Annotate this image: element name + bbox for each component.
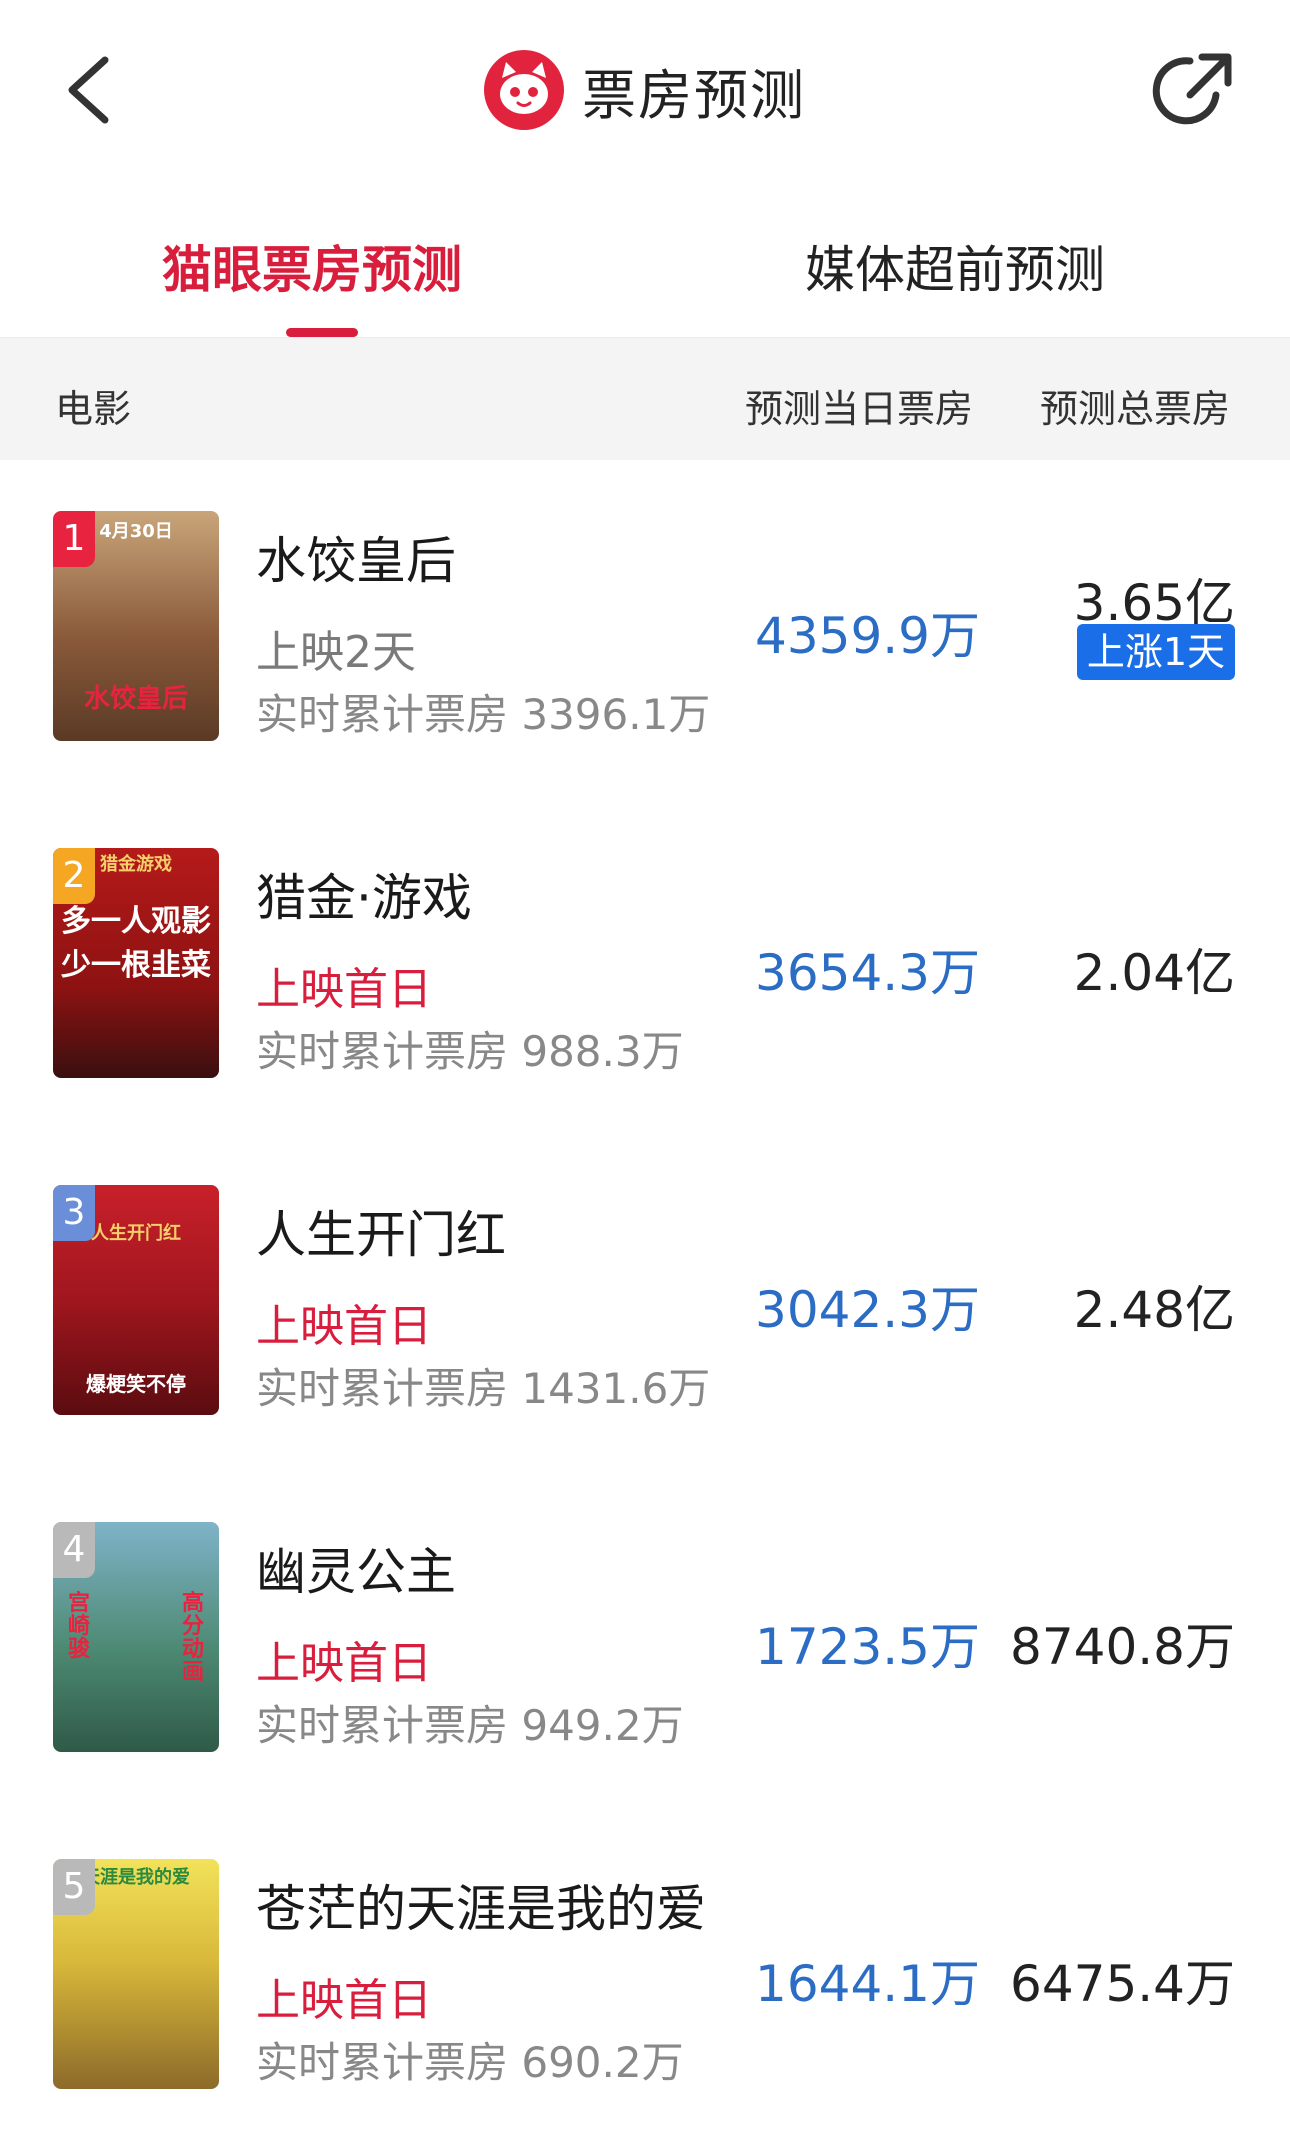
movie-title: 猎金·游戏 xyxy=(256,869,472,927)
poster-caption: 宫崎骏 xyxy=(67,1591,90,1663)
rank-badge: 4 xyxy=(53,1522,95,1578)
release-status: 上映首日 xyxy=(256,1638,432,1689)
column-header-day-forecast: 预测当日票房 xyxy=(745,387,974,431)
table-row[interactable]: 4月30日 水饺皇后 1 水饺皇后 上映2天 实时累计票房 3396.1万 43… xyxy=(0,459,1290,796)
day-forecast-value: 1723.5万 xyxy=(755,1618,980,1676)
trend-badge: 上涨1天 xyxy=(1076,624,1235,680)
total-forecast-value: 6475.4万 xyxy=(1010,1955,1235,2013)
poster-caption: 高分动画 xyxy=(181,1591,204,1686)
table-row[interactable]: 猎金游戏 多一人观影 少一根韭菜 2 猎金·游戏 上映首日 实时累计票房 988… xyxy=(0,796,1290,1133)
tab-bar: 猫眼票房预测 媒体超前预测 xyxy=(0,200,1290,337)
movie-poster: 4月30日 水饺皇后 1 xyxy=(53,511,219,741)
day-forecast-value: 1644.1万 xyxy=(755,1955,980,2013)
release-status: 上映首日 xyxy=(256,1975,432,2026)
movie-title: 水饺皇后 xyxy=(256,532,456,590)
cumulative-box-office: 实时累计票房 988.3万 xyxy=(256,1027,684,1076)
poster-caption: 爆梗笑不停 xyxy=(86,1372,186,1396)
column-header-total-forecast: 预测总票房 xyxy=(1040,387,1231,431)
page-title: 票房预测 xyxy=(582,63,806,127)
poster-caption: 多一人观影 xyxy=(61,904,211,939)
poster-caption: 水饺皇后 xyxy=(83,683,188,714)
movie-title: 人生开门红 xyxy=(256,1206,506,1264)
column-header-movie: 电影 xyxy=(55,387,132,431)
table-header: 电影 预测当日票房 预测总票房 xyxy=(0,337,1290,460)
table-row[interactable]: 天涯是我的爱 5 苍茫的天涯是我的爱 上映首日 实时累计票房 690.2万 16… xyxy=(0,1807,1290,2144)
movie-poster: 宫崎骏 高分动画 4 xyxy=(53,1522,219,1752)
day-forecast-value: 4359.9万 xyxy=(755,607,980,665)
top-bar: 票房预测 xyxy=(0,0,1290,180)
release-status: 上映2天 xyxy=(256,627,416,678)
movie-poster: 人生开门红 爆梗笑不停 3 xyxy=(53,1185,219,1415)
movie-title: 苍茫的天涯是我的爱 xyxy=(256,1880,706,1938)
rank-badge: 2 xyxy=(53,848,95,904)
movie-poster: 猎金游戏 多一人观影 少一根韭菜 2 xyxy=(53,848,219,1078)
movie-list: 4月30日 水饺皇后 1 水饺皇后 上映2天 实时累计票房 3396.1万 43… xyxy=(0,459,1290,2144)
cumulative-box-office: 实时累计票房 3396.1万 xyxy=(256,690,711,739)
movie-title: 幽灵公主 xyxy=(256,1543,456,1601)
maoyan-cat-logo-icon xyxy=(484,50,564,130)
rank-badge: 1 xyxy=(53,511,95,567)
day-forecast-value: 3042.3万 xyxy=(755,1281,980,1339)
share-icon xyxy=(1152,53,1232,125)
release-status: 上映首日 xyxy=(256,1301,432,1352)
tab-media-forecast[interactable]: 媒体超前预测 xyxy=(805,230,1105,302)
cumulative-box-office: 实时累计票房 690.2万 xyxy=(256,2038,684,2087)
table-row[interactable]: 宫崎骏 高分动画 4 幽灵公主 上映首日 实时累计票房 949.2万 1723.… xyxy=(0,1470,1290,1807)
active-tab-indicator xyxy=(286,328,358,337)
cumulative-box-office: 实时累计票房 949.2万 xyxy=(256,1701,684,1750)
poster-caption: 少一根韭菜 xyxy=(61,948,211,983)
release-status: 上映首日 xyxy=(256,964,432,1015)
rank-badge: 3 xyxy=(53,1185,95,1241)
header-title-group: 票房预测 xyxy=(0,50,1290,130)
total-forecast-value: 2.04亿 xyxy=(1073,944,1235,1002)
day-forecast-value: 3654.3万 xyxy=(755,944,980,1002)
total-forecast-value: 2.48亿 xyxy=(1073,1281,1235,1339)
total-forecast-value: 8740.8万 xyxy=(1010,1618,1235,1676)
rank-badge: 5 xyxy=(53,1859,95,1915)
movie-poster: 天涯是我的爱 5 xyxy=(53,1859,219,2089)
share-button[interactable] xyxy=(1150,45,1240,135)
table-row[interactable]: 人生开门红 爆梗笑不停 3 人生开门红 上映首日 实时累计票房 1431.6万 … xyxy=(0,1133,1290,1470)
cumulative-box-office: 实时累计票房 1431.6万 xyxy=(256,1364,711,1413)
tab-maoyan-forecast[interactable]: 猫眼票房预测 xyxy=(162,230,462,302)
